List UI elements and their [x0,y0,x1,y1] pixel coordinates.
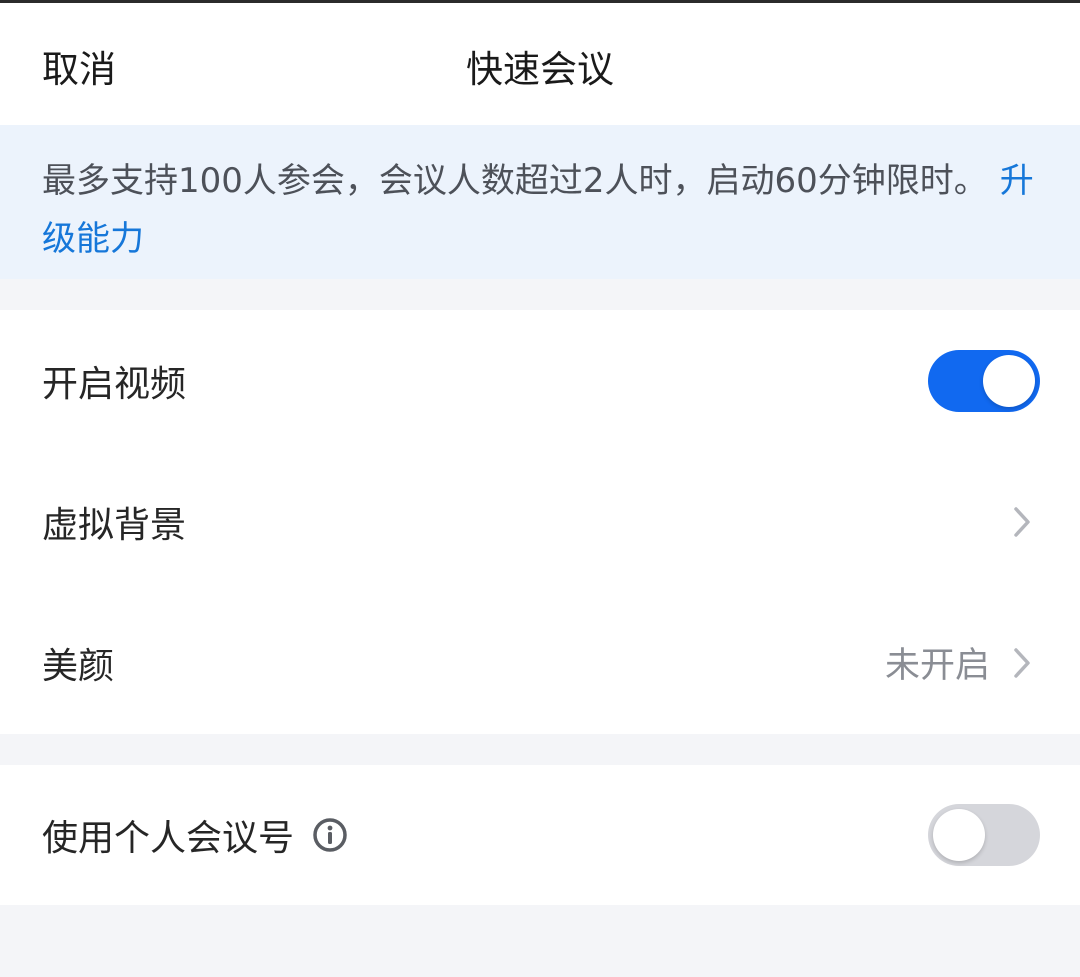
toggle-knob [933,809,985,861]
personal-meeting-id-toggle[interactable] [928,804,1040,866]
meeting-limit-notice: 最多支持100人参会，会议人数超过2人时，启动60分钟限时。 升级能力 [0,125,1080,279]
virtual-background-row[interactable]: 虚拟背景 [0,451,1080,592]
video-toggle[interactable] [928,349,1040,412]
info-icon[interactable] [312,817,348,853]
settings-group-main: 开启视频 虚拟背景 美颜 未开启 [0,310,1080,734]
virtual-background-label: 虚拟背景 [42,504,187,546]
beauty-status: 未开启 [884,646,990,686]
cancel-button[interactable]: 取消 [42,3,116,125]
page-title: 快速会议 [466,48,614,91]
beauty-label: 美颜 [42,645,115,687]
chevron-right-icon [1012,505,1032,539]
personal-meeting-id-label-wrap: 使用个人会议号 [42,765,348,905]
beauty-right: 未开启 [885,592,1032,733]
header: 快速会议 取消 [0,3,1080,125]
notice-text: 最多支持100人参会，会议人数超过2人时，启动60分钟限时。 [42,161,988,201]
chevron-right-icon [1012,646,1032,680]
personal-meeting-id-row: 使用个人会议号 [0,765,1080,905]
video-setting-row: 开启视频 [0,310,1080,451]
toggle-knob [983,354,1035,407]
virtual-background-right [1012,451,1032,592]
video-setting-label: 开启视频 [42,363,187,405]
beauty-row[interactable]: 美颜 未开启 [0,592,1080,733]
settings-group-personal: 使用个人会议号 [0,765,1080,905]
personal-meeting-id-label: 使用个人会议号 [42,818,295,859]
